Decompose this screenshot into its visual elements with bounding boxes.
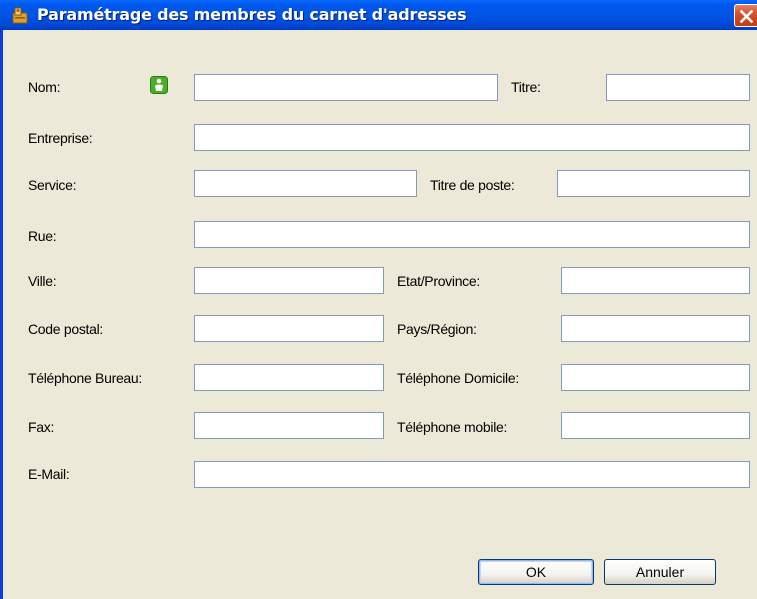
etat-input[interactable] [561, 267, 750, 294]
window-frame-left [0, 30, 3, 599]
ok-button[interactable]: OK [478, 559, 594, 585]
person-icon[interactable] [150, 76, 168, 94]
titre-poste-label: Titre de poste: [430, 177, 515, 193]
tel-bureau-input[interactable] [194, 364, 384, 391]
close-icon [740, 10, 753, 23]
rue-input[interactable] [194, 221, 750, 248]
titre-label: Titre: [511, 79, 541, 95]
email-input[interactable] [194, 461, 750, 488]
address-book-icon [12, 7, 28, 24]
code-postal-label: Code postal: [28, 321, 104, 337]
rue-label: Rue: [28, 228, 57, 244]
nom-label: Nom: [28, 79, 61, 95]
ville-label: Ville: [28, 273, 57, 289]
nom-input[interactable] [194, 74, 498, 101]
email-label: E-Mail: [28, 466, 70, 482]
fax-label: Fax: [28, 419, 55, 435]
cancel-button[interactable]: Annuler [604, 559, 716, 585]
service-input[interactable] [194, 170, 417, 197]
entreprise-input[interactable] [194, 124, 750, 151]
titre-input[interactable] [606, 74, 750, 101]
address-book-member-dialog: Paramétrage des membres du carnet d'adre… [0, 0, 757, 599]
tel-mobile-input[interactable] [561, 412, 750, 439]
pays-input[interactable] [561, 315, 750, 342]
window-title: Paramétrage des membres du carnet d'adre… [37, 5, 467, 24]
title-bar[interactable]: Paramétrage des membres du carnet d'adre… [0, 0, 757, 30]
etat-label: Etat/Province: [397, 273, 480, 289]
fax-input[interactable] [194, 412, 384, 439]
titre-poste-input[interactable] [557, 170, 750, 197]
ville-input[interactable] [194, 267, 384, 294]
entreprise-label: Entreprise: [28, 130, 93, 146]
tel-mobile-label: Téléphone mobile: [397, 419, 508, 435]
pays-label: Pays/Région: [397, 321, 477, 337]
close-button[interactable] [734, 4, 757, 27]
code-postal-input[interactable] [194, 315, 384, 342]
tel-domicile-label: Téléphone Domicile: [397, 370, 519, 386]
service-label: Service: [28, 177, 77, 193]
tel-bureau-label: Téléphone Bureau: [28, 370, 142, 386]
tel-domicile-input[interactable] [561, 364, 750, 391]
